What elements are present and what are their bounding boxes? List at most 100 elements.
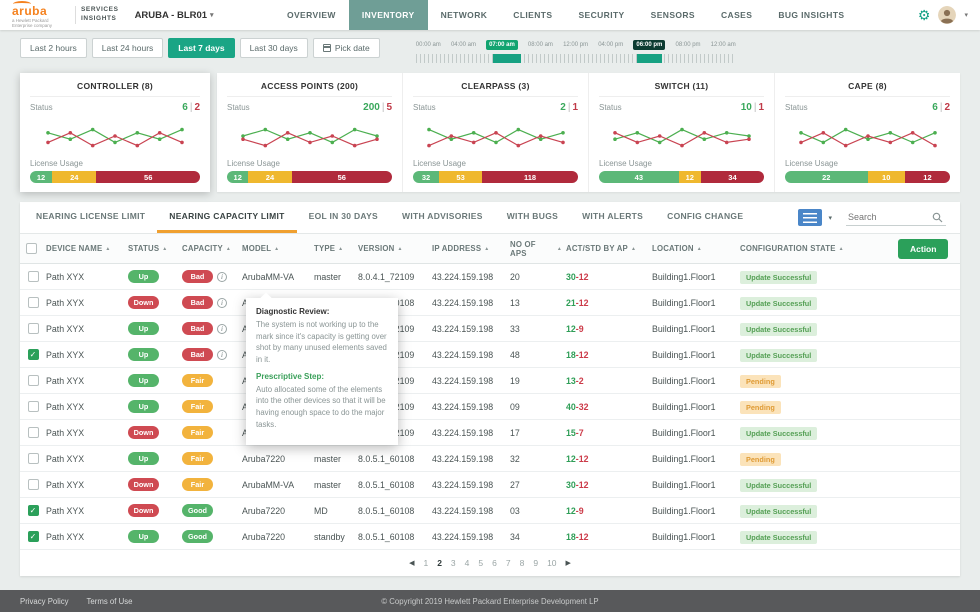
device-card-clearpass-3[interactable]: CLEARPASS (3) Status 2 | 1 License Usage 32 53 1… (402, 73, 588, 192)
sort-asc-icon[interactable]: ▲ (631, 246, 636, 252)
column-header-device-name[interactable]: DEVICE NAME ▲ (46, 244, 128, 253)
row-checkbox[interactable]: ✓ (27, 349, 39, 360)
row-checkbox[interactable]: ✓ (27, 505, 39, 516)
device-name-cell[interactable]: Path XYX (46, 454, 128, 464)
device-name-cell[interactable]: Path XYX (46, 532, 128, 542)
info-icon[interactable]: i (217, 349, 227, 360)
sort-asc-icon[interactable]: ▲ (105, 246, 110, 252)
tab-with-advisories[interactable]: WITH ADVISORIES (390, 202, 495, 233)
column-header-status[interactable]: STATUS ▲ (128, 244, 182, 253)
aruba-logo[interactable]: aruba a Hewlett Packard Enterprise compa… (12, 0, 119, 29)
next-page-button[interactable]: ▶ (566, 559, 571, 567)
time-filter-last-7-days[interactable]: Last 7 days (168, 38, 235, 58)
nav-item-sensors[interactable]: SENSORS (638, 0, 708, 30)
column-header-act-std-by-ap[interactable]: ACT/STD BY AP ▲ (566, 244, 652, 253)
page-10[interactable]: 10 (547, 558, 556, 568)
info-icon[interactable]: i (217, 271, 227, 282)
view-dropdown-icon[interactable]: ▾ (828, 214, 832, 222)
timeline-ruler[interactable] (415, 54, 736, 63)
device-card-cape-8[interactable]: CAPE (8) Status 6 | 2 License Usage 22 10 12 (774, 73, 960, 192)
row-checkbox[interactable] (27, 271, 39, 282)
tab-with-bugs[interactable]: WITH BUGS (495, 202, 570, 233)
nav-item-security[interactable]: SECURITY (565, 0, 637, 30)
site-selector[interactable]: ARUBA - BLR01 ▾ (135, 10, 214, 21)
page-4[interactable]: 4 (465, 558, 470, 568)
device-name-cell[interactable]: Path XYX (46, 272, 128, 282)
sort-asc-icon[interactable]: ▲ (274, 246, 279, 252)
device-name-cell[interactable]: Path XYX (46, 428, 128, 438)
device-card-controller-8[interactable]: CONTROLLER (8) Status 6 | 2 License Usage 12 24… (20, 73, 210, 192)
device-card-access-points-200[interactable]: ACCESS POINTS (200) Status 200 | 5 License Us… (217, 73, 402, 192)
time-filter-last-2-hours[interactable]: Last 2 hours (20, 38, 87, 58)
nav-item-overview[interactable]: OVERVIEW (274, 0, 349, 30)
nav-item-clients[interactable]: CLIENTS (500, 0, 565, 30)
nav-item-network[interactable]: NETWORK (428, 0, 501, 30)
sort-asc-icon[interactable]: ▲ (338, 246, 343, 252)
device-name-cell[interactable]: Path XYX (46, 506, 128, 516)
search-icon[interactable] (932, 212, 943, 223)
column-header-capacity[interactable]: CAPACITY ▲ (182, 244, 242, 253)
sort-asc-icon[interactable]: ▲ (697, 246, 702, 252)
time-filter-last-24-hours[interactable]: Last 24 hours (91, 38, 164, 58)
footer-link-privacy-policy[interactable]: Privacy Policy (20, 597, 69, 606)
device-name-cell[interactable]: Path XYX (46, 480, 128, 490)
info-icon[interactable]: i (217, 297, 227, 308)
device-name-cell[interactable]: Path XYX (46, 350, 128, 360)
time-filter-pick-date[interactable]: Pick date (312, 38, 380, 58)
user-avatar[interactable] (938, 6, 957, 24)
nav-item-cases[interactable]: CASES (708, 0, 765, 30)
device-name-cell[interactable]: Path XYX (46, 402, 128, 412)
column-header-version[interactable]: VERSION ▲ (358, 244, 432, 253)
sort-asc-icon[interactable]: ▲ (398, 246, 403, 252)
column-header-no-of-aps[interactable]: NO OF APS ▲ (510, 240, 566, 258)
row-checkbox[interactable] (27, 323, 39, 334)
device-name-cell[interactable]: Path XYX (46, 324, 128, 334)
tab-with-alerts[interactable]: WITH ALERTS (570, 202, 655, 233)
page-1[interactable]: 1 (423, 558, 428, 568)
row-checkbox[interactable] (27, 297, 39, 308)
action-button[interactable]: Action (898, 238, 949, 259)
page-7[interactable]: 7 (506, 558, 511, 568)
column-header-ip-address[interactable]: IP ADDRESS ▲ (432, 244, 510, 253)
column-header-configuration-state[interactable]: CONFIGURATION STATE ▲ (740, 244, 898, 253)
capacity-pill: Bad (182, 322, 213, 335)
list-view-button[interactable] (798, 209, 823, 226)
page-3[interactable]: 3 (451, 558, 456, 568)
device-name-cell[interactable]: Path XYX (46, 298, 128, 308)
gear-icon[interactable]: ⚙ (918, 8, 931, 22)
sort-asc-icon[interactable]: ▲ (839, 246, 844, 252)
column-header-type[interactable]: TYPE ▲ (314, 244, 358, 253)
sort-asc-icon[interactable]: ▲ (557, 246, 562, 252)
column-header-model[interactable]: MODEL ▲ (242, 244, 314, 253)
page-5[interactable]: 5 (478, 558, 483, 568)
info-icon[interactable]: i (217, 323, 227, 334)
row-checkbox[interactable] (27, 375, 39, 386)
tab-nearing-license-limit[interactable]: NEARING LICENSE LIMIT (24, 202, 157, 233)
time-filter-last-30-days[interactable]: Last 30 days (239, 38, 308, 58)
tab-nearing-capacity-limit[interactable]: NEARING CAPACITY LIMIT (157, 202, 297, 233)
page-8[interactable]: 8 (520, 558, 525, 568)
tab-config-change[interactable]: CONFIG CHANGE (655, 202, 755, 233)
tab-eol-in-30-days[interactable]: EOL IN 30 DAYS (297, 202, 390, 233)
device-card-switch-11[interactable]: SWITCH (11) Status 10 | 1 License Usage 43 12 34 (588, 73, 774, 192)
footer-link-terms-of-use[interactable]: Terms of Use (87, 597, 133, 606)
row-checkbox[interactable] (27, 479, 39, 490)
profile-chevron-icon[interactable]: ▾ (964, 11, 968, 19)
nav-item-inventory[interactable]: INVENTORY (348, 0, 428, 30)
search-input[interactable] (848, 212, 932, 222)
sort-asc-icon[interactable]: ▲ (484, 246, 489, 252)
select-all-checkbox[interactable] (25, 243, 37, 254)
page-6[interactable]: 6 (492, 558, 497, 568)
row-checkbox[interactable] (27, 453, 39, 464)
row-checkbox[interactable] (27, 401, 39, 412)
sort-asc-icon[interactable]: ▲ (226, 246, 231, 252)
prev-page-button[interactable]: ◀ (409, 559, 414, 567)
column-header-location[interactable]: LOCATION ▲ (652, 244, 740, 253)
row-checkbox[interactable]: ✓ (27, 531, 39, 542)
device-name-cell[interactable]: Path XYX (46, 376, 128, 386)
nav-item-bug-insights[interactable]: BUG INSIGHTS (765, 0, 857, 30)
page-2[interactable]: 2 (437, 558, 442, 568)
row-checkbox[interactable] (27, 427, 39, 438)
page-9[interactable]: 9 (533, 558, 538, 568)
sort-asc-icon[interactable]: ▲ (162, 246, 167, 252)
